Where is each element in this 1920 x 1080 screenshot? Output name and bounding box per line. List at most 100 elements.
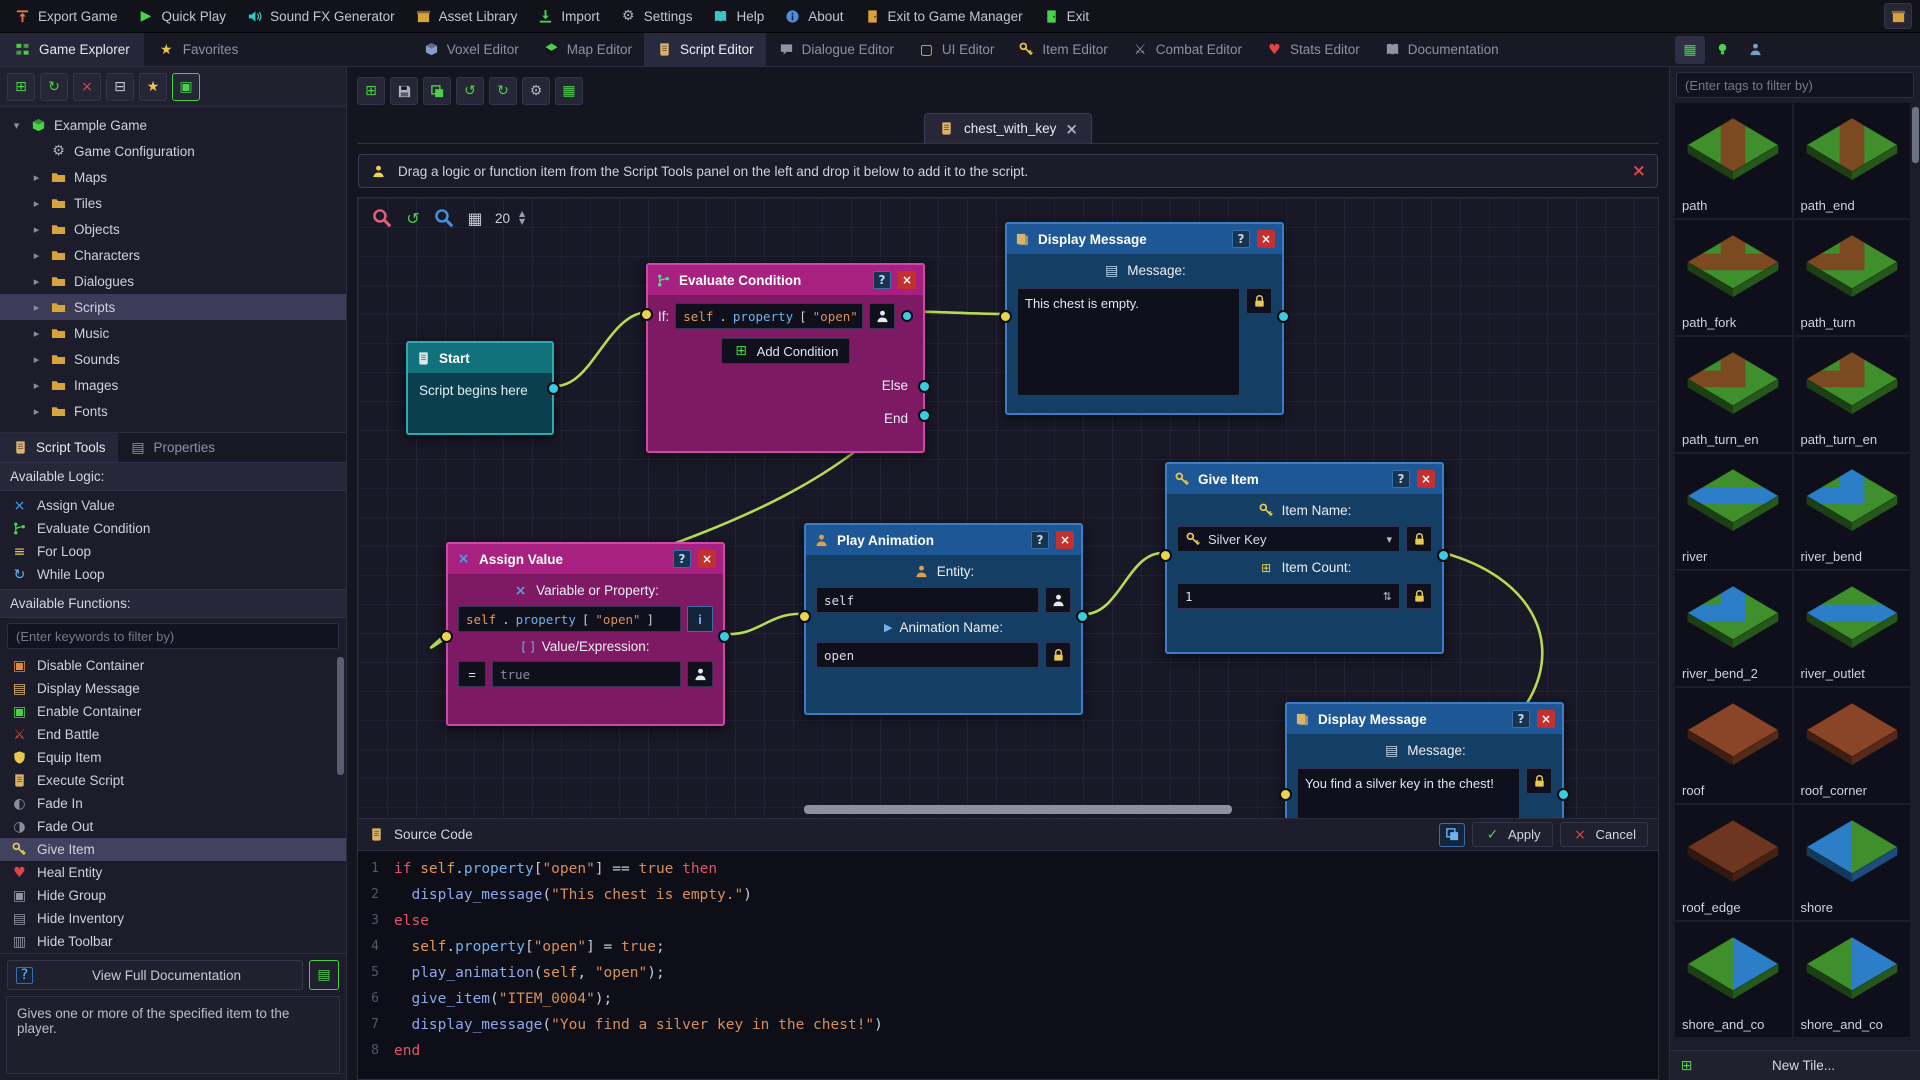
refresh-button[interactable]: ↻ [40,72,68,101]
port-message-output[interactable] [1277,310,1290,323]
tab-map-editor[interactable]: Map Editor [531,33,644,66]
condition-expression-input[interactable]: self.property["open"] == t [675,303,863,329]
node-start[interactable]: Start Script begins here [406,341,560,435]
entity-picker-button[interactable] [1045,587,1071,613]
tree-item-music[interactable]: ▸ Music [0,320,346,346]
tab-dialogue-editor[interactable]: Dialogue Editor [766,33,906,66]
tile-filter-input[interactable] [1676,72,1914,98]
port-animation-output[interactable] [1076,610,1089,623]
tree-item-tiles[interactable]: ▸ Tiles [0,190,346,216]
add-condition-button[interactable]: ⊞ Add Condition [720,338,851,364]
operator-select[interactable]: = [458,661,486,687]
port-assign-input[interactable] [440,630,453,643]
node-help-button[interactable]: ? [1512,710,1530,728]
menu-item-about[interactable]: About [774,4,853,29]
canvas-horizontal-scrollbar[interactable] [804,805,1232,814]
expand-arrow-icon[interactable]: ▸ [30,249,43,262]
duplicate-script-button[interactable] [423,77,451,105]
tab-chest-with-key[interactable]: chest_with_key × [924,113,1092,143]
cancel-button[interactable]: × Cancel [1559,822,1648,847]
tile-roof[interactable]: roof [1675,688,1792,803]
tags-button[interactable]: ▣ [172,72,200,101]
toggle-grid-button[interactable]: ▦ [464,207,486,229]
port-assign-output[interactable] [718,630,731,643]
redo-button[interactable]: ↻ [489,77,517,105]
function-item-heal-entity[interactable]: ♥ Heal Entity [0,861,346,884]
expression-builder-button[interactable] [687,661,713,687]
node-display-message-1[interactable]: Display Message ? × ▤ Message: This chest… [999,222,1290,415]
port-animation-input[interactable] [798,610,811,623]
tree-item-objects[interactable]: ▸ Objects [0,216,346,242]
functions-filter-input[interactable] [7,623,339,649]
tree-item-sounds[interactable]: ▸ Sounds [0,346,346,372]
tree-item-images[interactable]: ▸ Images [0,372,346,398]
delete-button[interactable]: × [73,72,101,101]
node-play-animation[interactable]: Play Animation ? × Entity: self ▶ Animati… [798,523,1089,715]
expression-builder-button[interactable] [869,303,895,329]
function-item-display-message[interactable]: ▤ Display Message [0,677,346,700]
port-then-output[interactable] [901,310,913,322]
tile-river-bend-2[interactable]: river_bend_2 [1675,571,1792,686]
variable-input[interactable]: self. property["open"] [458,606,681,632]
expand-arrow-icon[interactable]: ▸ [30,171,43,184]
tree-item-fonts[interactable]: ▸ Fonts [0,398,346,424]
message-text-input[interactable]: This chest is empty. [1017,288,1240,396]
node-help-button[interactable]: ? [873,271,891,289]
new-tile-button[interactable]: ⊞ New Tile... [1670,1050,1920,1080]
menu-item-exit[interactable]: Exit [1033,4,1100,29]
wire-start-to-condition[interactable] [552,310,648,388]
tree-item-example-game[interactable]: ▾ Example Game [0,112,346,138]
lock-animation-button[interactable] [1045,642,1071,668]
tab-script-tools[interactable]: Script Tools [0,433,118,462]
menu-item-help[interactable]: Help [702,4,774,29]
port-end-output[interactable] [918,409,931,422]
function-item-equip-item[interactable]: Equip Item [0,746,346,769]
expand-arrow-icon[interactable]: ▸ [30,301,43,314]
expand-arrow-icon[interactable]: ▸ [30,327,43,340]
expand-arrow-icon[interactable]: ▸ [30,197,43,210]
node-close-button[interactable]: × [1056,531,1074,549]
tree-item-maps[interactable]: ▸ Maps [0,164,346,190]
functions-scrollbar[interactable] [337,657,344,775]
tile-roof-edge[interactable]: roof_edge [1675,805,1792,920]
menu-item-quick-play[interactable]: ▶ Quick Play [128,4,237,29]
tile-river-outlet[interactable]: river_outlet [1793,571,1910,686]
undo-button[interactable]: ↺ [456,77,484,105]
wire-animation-to-give[interactable] [1081,551,1167,616]
view-documentation-button[interactable]: ? View Full Documentation [7,960,303,990]
function-item-fade-in[interactable]: ◐ Fade In [0,792,346,815]
script-settings-button[interactable]: ⚙ [522,77,550,105]
menu-item-asset-library[interactable]: Asset Library [405,4,528,29]
collapse-button[interactable]: ⊟ [106,72,134,101]
node-close-button[interactable]: × [1417,470,1435,488]
expand-arrow-icon[interactable]: ▸ [30,405,43,418]
function-item-end-battle[interactable]: ⚔ End Battle [0,723,346,746]
script-canvas[interactable]: ↺ ▦ 20 ▲ ▼ Start Script begins here Eval… [357,197,1659,818]
tab-combat-editor[interactable]: ⚔ Combat Editor [1120,33,1254,66]
close-tab-icon[interactable]: × [1065,120,1078,138]
tree-item-dialogues[interactable]: ▸ Dialogues [0,268,346,294]
expand-arrow-icon[interactable]: ▸ [30,353,43,366]
tab-favorites[interactable]: ★ Favorites [144,33,253,66]
save-script-button[interactable] [390,77,418,105]
port-else-output[interactable] [918,380,931,393]
port-message-output[interactable] [1557,788,1570,801]
menu-item-export-game[interactable]: Export Game [4,4,128,29]
function-item-hide-inventory[interactable]: ▤ Hide Inventory [0,907,346,930]
tree-item-game-configuration[interactable]: ⚙ Game Configuration [0,138,346,164]
tab-properties[interactable]: ▤ Properties [118,433,228,462]
node-close-button[interactable]: × [898,271,916,289]
lock-count-button[interactable] [1406,583,1432,609]
port-message-input[interactable] [999,310,1012,323]
menu-item-settings[interactable]: ⚙ Settings [610,4,703,29]
menu-item-exit-to-game-manager[interactable]: Exit to Game Manager [854,4,1033,29]
close-banner-icon[interactable]: × [1632,161,1646,181]
variable-info-button[interactable]: i [687,606,713,632]
port-give-input[interactable] [1159,549,1172,562]
logic-item-while-loop[interactable]: ↻ While Loop [0,563,346,586]
tile-path-turn-en[interactable]: path_turn_en [1793,337,1910,452]
node-help-button[interactable]: ? [673,550,691,568]
favorite-button[interactable]: ★ [139,72,167,101]
tile-path-fork[interactable]: path_fork [1675,220,1792,335]
updates-button[interactable] [1884,3,1912,29]
